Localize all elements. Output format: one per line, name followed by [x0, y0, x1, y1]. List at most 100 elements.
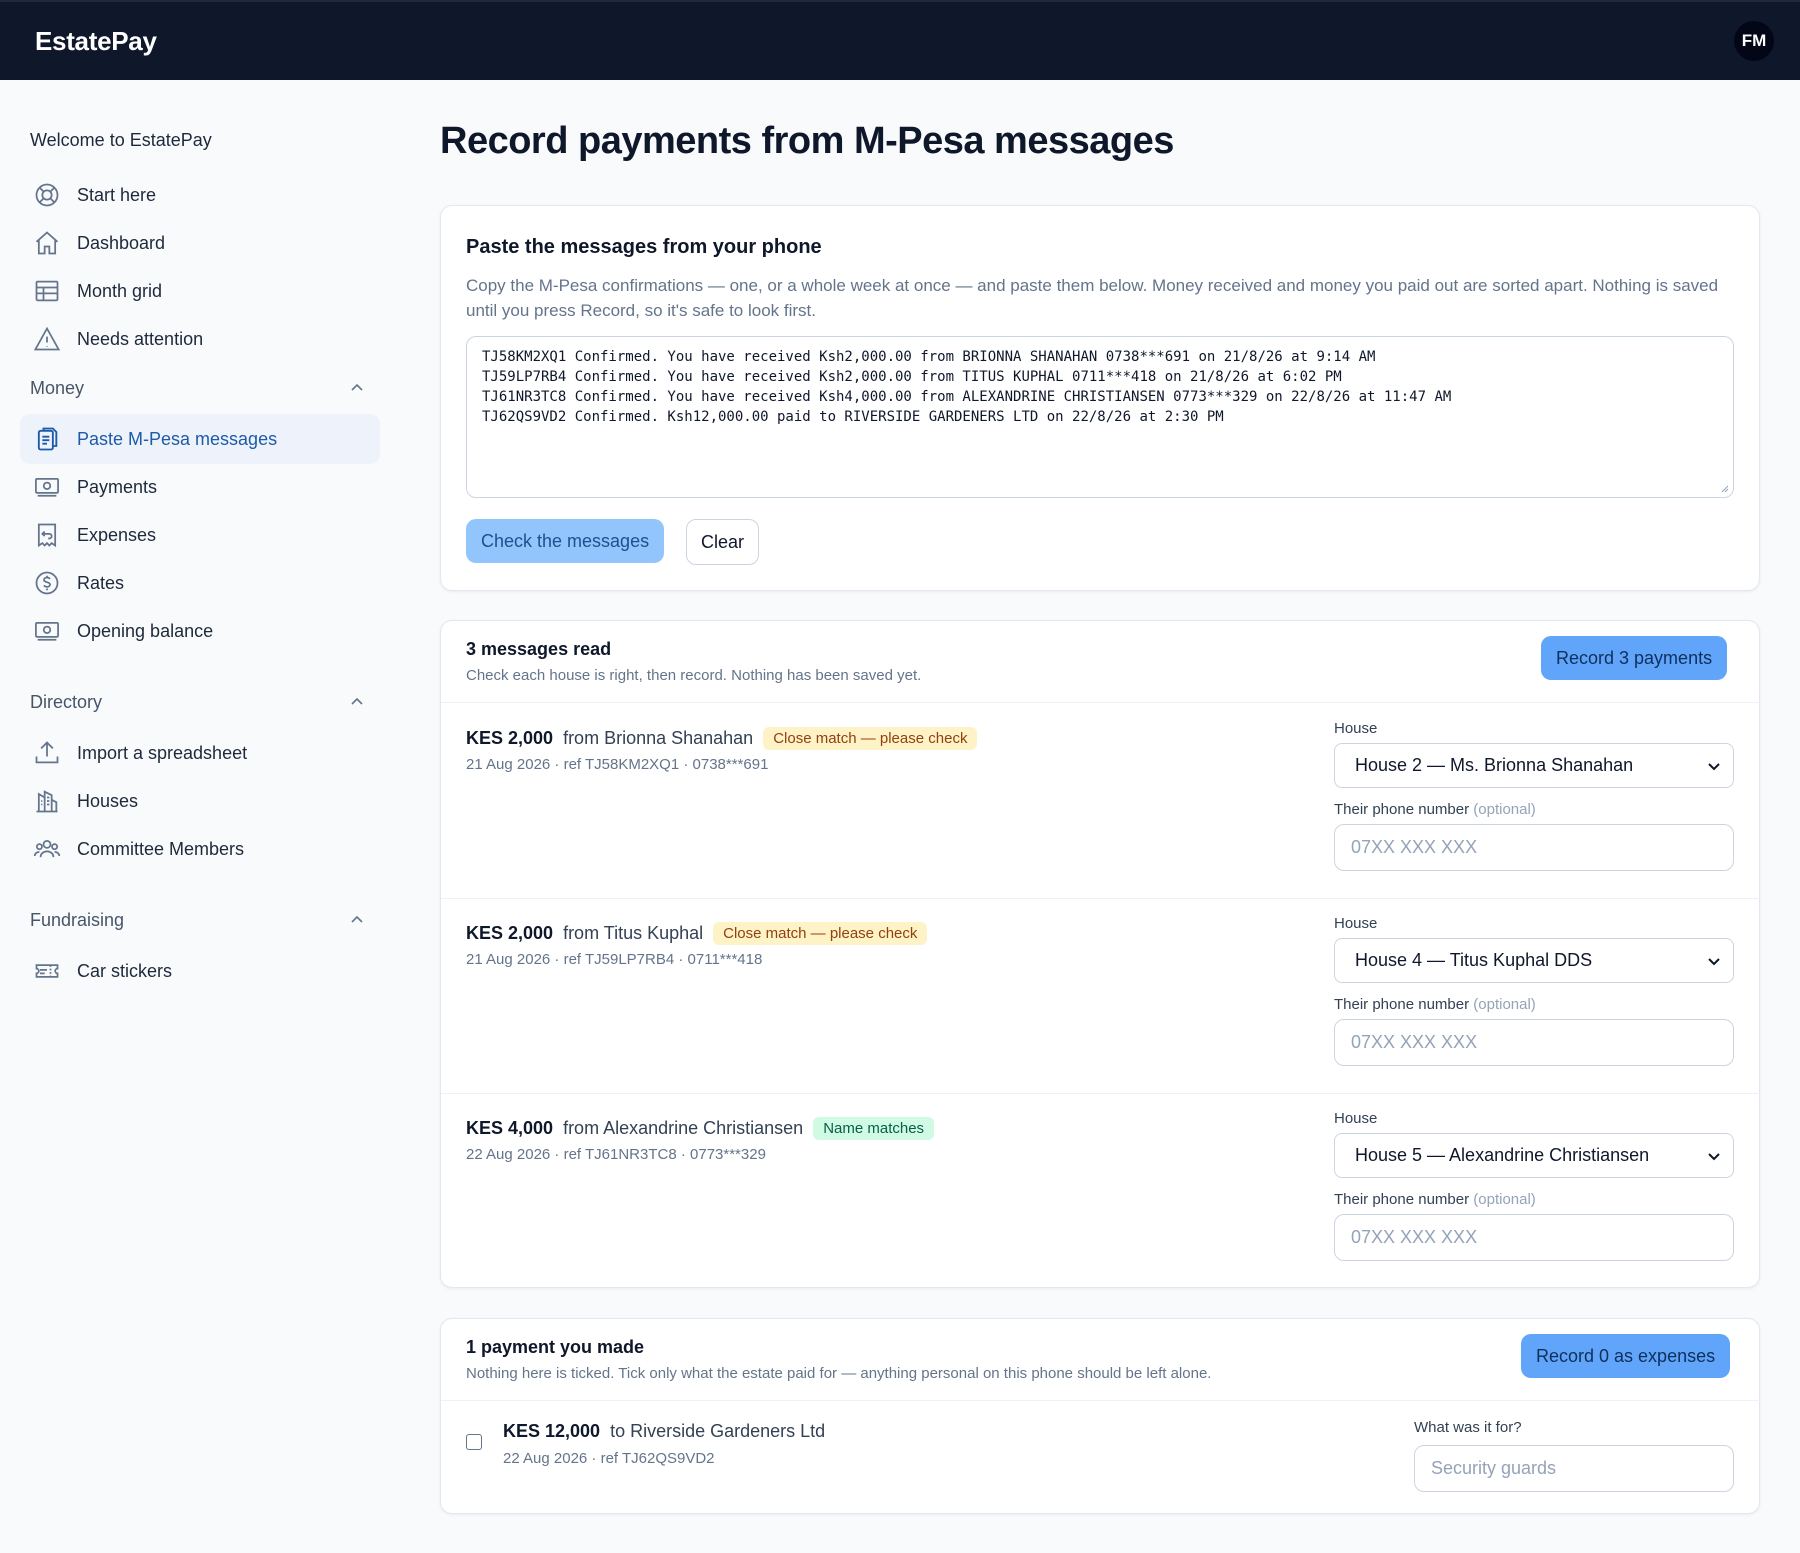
- sidebar-welcome: Welcome to EstatePay: [30, 130, 212, 150]
- top-bar: EstatePay FM: [0, 0, 1800, 80]
- sidebar-item-label: Payments: [77, 476, 158, 497]
- house-select-value: House 5 — Alexandrine Christiansen: [1355, 1145, 1650, 1165]
- user-avatar[interactable]: FM: [1734, 21, 1774, 61]
- paste-card: Paste the messages from your phone Copy …: [440, 205, 1760, 591]
- page-title: Record payments from M-Pesa messages: [440, 120, 1174, 162]
- payment-amount: KES 4,000: [466, 1118, 554, 1138]
- match-badge: Name matches: [813, 1117, 935, 1140]
- sidebar-item-needs-attention[interactable]: Needs attention: [20, 314, 380, 364]
- house-select[interactable]: House 4 — Titus Kuphal DDS: [1334, 938, 1734, 983]
- sidebar-item-paste-mpesa[interactable]: Paste M-Pesa messages: [20, 414, 380, 464]
- messages-textarea[interactable]: TJ58KM2XQ1 Confirmed. You have received …: [466, 336, 1734, 498]
- chevron-up-icon: [351, 697, 363, 705]
- section-toggle-directory[interactable]: Directory: [30, 687, 365, 717]
- phone-input[interactable]: [1334, 1019, 1734, 1066]
- house-label: House: [1334, 915, 1378, 932]
- sidebar-item-label: Rates: [77, 572, 125, 593]
- received-payments-card: 3 messages read Check each house is righ…: [440, 620, 1761, 1288]
- sidebar-item-label: Dashboard: [77, 232, 166, 253]
- phone-label-text: Their phone number: [1334, 1191, 1470, 1208]
- paste-card-title: Paste the messages from your phone: [466, 236, 822, 258]
- buildings-icon: [32, 786, 62, 816]
- sidebar-item-payments[interactable]: Payments: [20, 462, 380, 512]
- check-messages-button[interactable]: Check the messages: [466, 519, 665, 563]
- payment-summary: KES 4,000 from Alexandrine Christiansen …: [466, 1117, 935, 1140]
- phone-label: Their phone number (optional): [1334, 996, 1536, 1013]
- message-line: TJ58KM2XQ1 Confirmed. You have received …: [482, 349, 1376, 365]
- users-icon: [32, 834, 62, 864]
- expense-checkbox[interactable]: [466, 1434, 482, 1450]
- sidebar-item-expenses[interactable]: Expenses: [20, 510, 380, 560]
- house-label: House: [1334, 720, 1378, 737]
- payment-sender: from Titus Kuphal: [563, 923, 704, 943]
- phone-input[interactable]: [1334, 1214, 1734, 1261]
- payment-summary: KES 2,000 from Titus Kuphal Close match …: [466, 922, 928, 945]
- received-card-subtitle: Check each house is right, then record. …: [466, 667, 922, 684]
- sidebar-item-label: Houses: [77, 790, 139, 811]
- upload-icon: [32, 738, 62, 768]
- sidebar-item-label: Start here: [77, 184, 157, 205]
- phone-label-text: Their phone number: [1334, 996, 1470, 1013]
- match-badge: Close match — please check: [763, 727, 978, 750]
- chevron-down-icon: [1708, 1152, 1720, 1160]
- expense-amount: KES 12,000: [503, 1421, 601, 1441]
- sidebar-item-label: Committee Members: [77, 838, 245, 859]
- match-badge: Close match — please check: [713, 922, 928, 945]
- warning-icon: [32, 324, 62, 354]
- ticket-icon: [32, 956, 62, 986]
- payment-meta: 21 Aug 2026 · ref TJ58KM2XQ1 · 0738***69…: [466, 756, 769, 773]
- message-line: TJ59LP7RB4 Confirmed. You have received …: [482, 369, 1342, 385]
- phone-label-text: Their phone number: [1334, 801, 1470, 818]
- lifebuoy-icon: [32, 180, 62, 210]
- sidebar-item-houses[interactable]: Houses: [20, 776, 380, 826]
- phone-label: Their phone number (optional): [1334, 801, 1536, 818]
- optional-hint: (optional): [1473, 1191, 1536, 1208]
- sidebar-item-label: Paste M-Pesa messages: [77, 428, 278, 449]
- sidebar-item-start-here[interactable]: Start here: [20, 170, 380, 220]
- expense-meta: 22 Aug 2026 · ref TJ62QS9VD2: [503, 1450, 715, 1467]
- payment-sender: from Alexandrine Christiansen: [563, 1118, 804, 1138]
- record-payments-button[interactable]: Record 3 payments: [1541, 636, 1728, 680]
- table-icon: [32, 276, 62, 306]
- brand-logo[interactable]: EstatePay: [35, 26, 157, 57]
- section-title: Fundraising: [30, 909, 125, 930]
- phone-input[interactable]: [1334, 824, 1734, 871]
- resize-handle-icon[interactable]: [1719, 483, 1729, 493]
- clear-button[interactable]: Clear: [686, 519, 760, 565]
- payment-row: KES 2,000 from Titus Kuphal Close match …: [441, 898, 1761, 1093]
- sidebar-item-label: Import a spreadsheet: [77, 742, 248, 763]
- sidebar-item-opening-balance[interactable]: Opening balance: [20, 606, 380, 656]
- payment-summary: KES 2,000 from Brionna Shanahan Close ma…: [466, 727, 978, 750]
- house-select[interactable]: House 5 — Alexandrine Christiansen: [1334, 1133, 1734, 1178]
- sidebar-item-month-grid[interactable]: Month grid: [20, 266, 380, 316]
- sidebar-item-dashboard[interactable]: Dashboard: [20, 218, 380, 268]
- expense-purpose-input[interactable]: [1414, 1445, 1734, 1492]
- sidebar-item-rates[interactable]: Rates: [20, 558, 380, 608]
- sidebar-item-label: Month grid: [77, 280, 163, 301]
- paste-card-description: Copy the M-Pesa confirmations — one, or …: [466, 276, 1719, 320]
- payment-row: KES 4,000 from Alexandrine Christiansen …: [441, 1093, 1761, 1288]
- expense-purpose-label: What was it for?: [1414, 1419, 1522, 1436]
- dollar-circle-icon: [32, 568, 62, 598]
- section-toggle-money[interactable]: Money: [30, 373, 365, 403]
- expense-summary: KES 12,000 to Riverside Gardeners Ltd: [503, 1421, 825, 1442]
- received-card-title: 3 messages read: [466, 639, 612, 659]
- section-toggle-fundraising[interactable]: Fundraising: [30, 905, 365, 935]
- section-title: Money: [30, 377, 85, 398]
- clipboard-icon: [32, 424, 62, 454]
- chevron-up-icon: [351, 383, 363, 391]
- sidebar-item-label: Needs attention: [77, 328, 204, 349]
- sidebar-item-car-stickers[interactable]: Car stickers: [20, 946, 380, 996]
- sidebar-item-import-spreadsheet[interactable]: Import a spreadsheet: [20, 728, 380, 778]
- message-line: TJ62QS9VD2 Confirmed. Ksh12,000.00 paid …: [482, 409, 1224, 425]
- receipt-refund-icon: [32, 520, 62, 550]
- paid-card-title: 1 payment you made: [466, 1337, 645, 1357]
- record-expenses-button[interactable]: Record 0 as expenses: [1521, 1334, 1731, 1378]
- optional-hint: (optional): [1473, 801, 1536, 818]
- sidebar-item-committee-members[interactable]: Committee Members: [20, 824, 380, 874]
- house-select[interactable]: House 2 — Ms. Brionna Shanahan: [1334, 743, 1734, 788]
- sidebar: Welcome to EstatePay Start here Dashboar…: [0, 80, 400, 1553]
- payment-row: KES 2,000 from Brionna Shanahan Close ma…: [441, 703, 1761, 898]
- payment-amount: KES 2,000: [466, 728, 554, 748]
- chevron-down-icon: [1708, 957, 1720, 965]
